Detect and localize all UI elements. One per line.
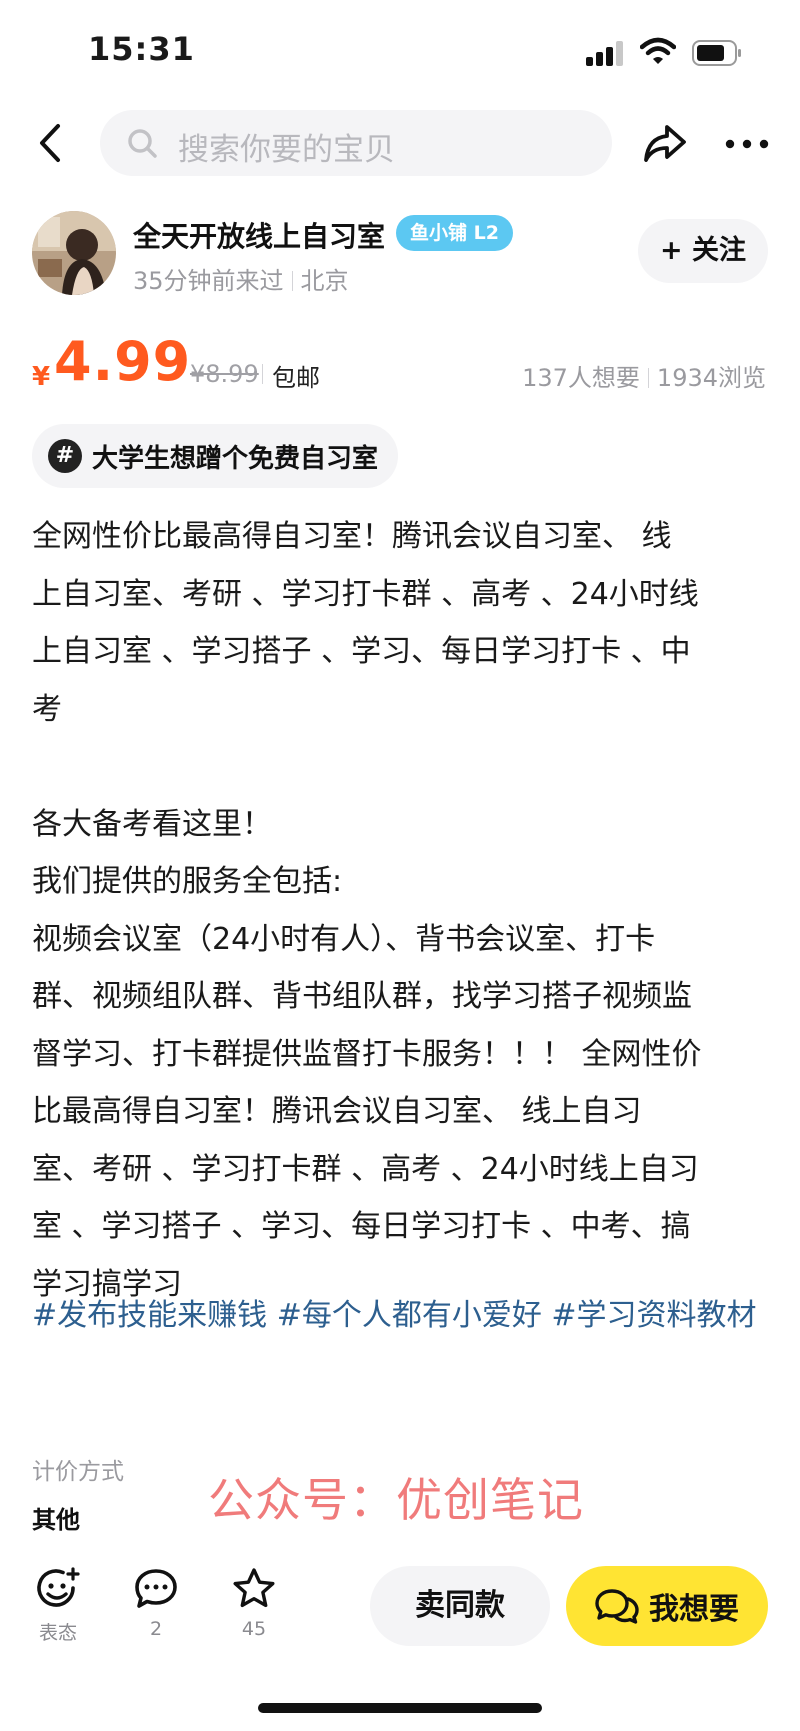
follow-button[interactable]: + 关注 bbox=[638, 219, 768, 283]
tag-link[interactable]: #每个人都有小爱好 bbox=[277, 1298, 542, 1333]
status-time: 15:31 bbox=[88, 30, 195, 68]
search-placeholder: 搜索你要的宝贝 bbox=[178, 132, 395, 168]
seller-location: 北京 bbox=[300, 267, 349, 295]
home-indicator bbox=[258, 1703, 542, 1713]
share-icon[interactable] bbox=[640, 118, 690, 168]
price-currency: ¥ bbox=[32, 362, 51, 392]
chat-icon bbox=[595, 1589, 639, 1624]
nav-bar: 搜索你要的宝贝 bbox=[0, 100, 800, 188]
tag-link[interactable]: #学习资料教材 bbox=[551, 1298, 756, 1333]
search-icon bbox=[128, 129, 157, 158]
topic-chip[interactable]: # 大学生想蹭个免费自习室 bbox=[32, 424, 399, 488]
pricing-method-label: 计价方式 bbox=[32, 1459, 124, 1485]
last-seen: 35分钟前来过 bbox=[133, 267, 284, 295]
sell-same-button[interactable]: 卖同款 bbox=[370, 1566, 550, 1646]
current-price: 4.99 bbox=[54, 330, 192, 393]
hashtag-icon: # bbox=[48, 439, 82, 473]
view-count: 1934浏览 bbox=[656, 364, 766, 392]
react-label: 表态 bbox=[38, 1622, 77, 1644]
want-button[interactable]: 我想要 bbox=[566, 1566, 768, 1646]
meta-divider bbox=[291, 271, 293, 291]
watermark-text: 公众号：优创笔记 bbox=[208, 1473, 584, 1527]
comment-icon bbox=[135, 1569, 177, 1608]
want-count: 137人想要 bbox=[522, 364, 640, 392]
wifi-icon bbox=[640, 37, 676, 64]
shop-level-badge: 鱼小铺 L2 bbox=[396, 215, 513, 251]
signal-icon bbox=[586, 40, 624, 66]
item-description: 全网性价比最高得自习室！腾讯会议自习室、 线 上自习室、考研 、学习打卡群 、高… bbox=[32, 519, 702, 1302]
pricing-method-value: 其他 bbox=[32, 1506, 80, 1534]
react-button[interactable]: 表态 bbox=[18, 1566, 98, 1645]
topic-text: 大学生想蹭个免费自习室 bbox=[92, 443, 379, 474]
seller-row[interactable]: 全天开放线上自习室 鱼小铺 L2 35分钟前来过 北京 + 关注 bbox=[0, 205, 800, 305]
avatar[interactable] bbox=[32, 211, 116, 295]
favorite-button[interactable]: 45 bbox=[214, 1566, 294, 1640]
back-icon[interactable] bbox=[30, 118, 74, 168]
original-price: ¥8.99 bbox=[190, 360, 259, 388]
want-label: 我想要 bbox=[649, 1592, 739, 1627]
more-icon[interactable] bbox=[722, 122, 772, 166]
price-row: ¥ 4.99 ¥8.99 包邮 137人想要 1934浏览 bbox=[0, 330, 800, 410]
comment-button[interactable]: 2 bbox=[116, 1566, 196, 1640]
status-bar: 15:31 bbox=[0, 0, 800, 100]
bottom-action-bar: 表态 2 45 卖同款 我想要 bbox=[0, 1550, 800, 1690]
tag-list: #发布技能来赚钱 #每个人都有小爱好 #学习资料教材 bbox=[32, 1287, 772, 1345]
seller-meta: 35分钟前来过 北京 bbox=[133, 261, 349, 296]
battery-icon bbox=[692, 40, 741, 66]
tag-link[interactable]: #发布技能来赚钱 bbox=[32, 1298, 267, 1333]
item-stats: 137人想要 1934浏览 bbox=[522, 358, 766, 393]
seller-name[interactable]: 全天开放线上自习室 bbox=[133, 215, 385, 255]
price-divider bbox=[262, 364, 263, 384]
comment-count: 2 bbox=[149, 1618, 163, 1640]
search-input[interactable]: 搜索你要的宝贝 bbox=[100, 110, 612, 176]
star-icon bbox=[233, 1568, 275, 1608]
stats-divider bbox=[647, 368, 649, 388]
emoji-icon bbox=[37, 1567, 80, 1607]
favorite-count: 45 bbox=[241, 1618, 267, 1640]
shipping-label: 包邮 bbox=[272, 364, 320, 392]
